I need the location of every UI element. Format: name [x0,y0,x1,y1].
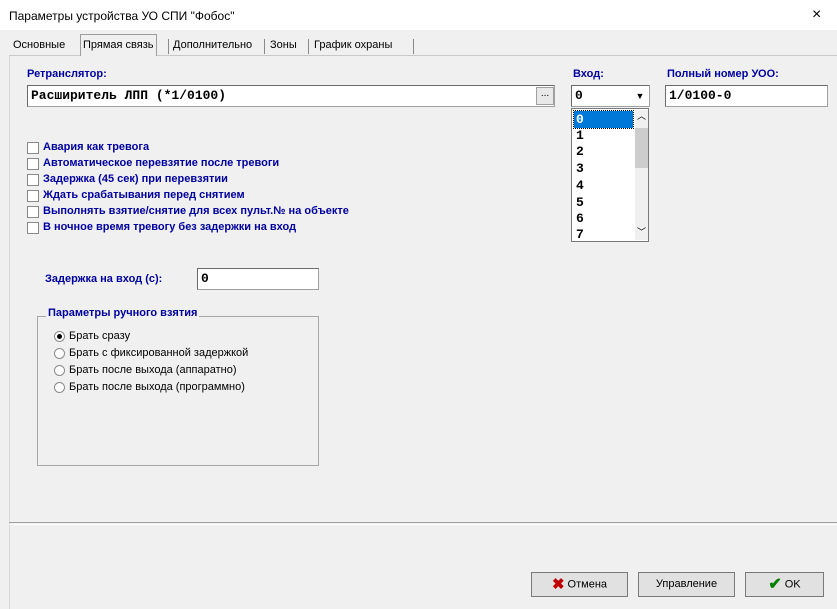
input-value: 0 [575,88,583,103]
list-item[interactable]: 0 [573,110,634,129]
scroll-down-icon[interactable]: ﹀ [637,228,646,237]
manual-arming-title: Параметры ручного взятия [46,307,200,319]
relay-value: Расширитель ЛПП (*1/0100) [31,88,227,103]
close-icon: ✖ [551,576,565,593]
tab-schedule[interactable]: График охраны [312,37,394,54]
tab-separator [168,39,169,54]
checkbox[interactable] [27,222,39,234]
cancel-label: Отмена [567,578,608,591]
list-item[interactable]: 1 [574,127,633,144]
tab-separator [308,39,309,54]
checkbox-label: Выполнять взятие/снятие для всех пульт.№… [43,205,349,217]
tab-zones[interactable]: Зоны [268,37,299,54]
tab-additional[interactable]: Дополнительно [171,37,254,54]
radio[interactable] [54,365,65,376]
entry-delay-label: Задержка на вход (с): [45,273,163,285]
list-item[interactable]: 4 [574,177,633,194]
checkbox[interactable] [27,142,39,154]
ok-button[interactable]: ✔ OK [745,572,824,597]
scrollbar[interactable]: ︿ ﹀ [635,110,648,240]
tab-separator [264,39,265,54]
checkbox-label: Задержка (45 сек) при перевзятии [43,173,228,185]
radio[interactable] [54,331,65,342]
close-icon[interactable]: × [812,6,821,24]
list-item[interactable]: 3 [574,160,633,177]
radio-selected-dot [57,334,62,339]
list-item[interactable]: 5 [574,194,633,211]
scrollbar-thumb[interactable] [635,128,648,168]
full-number-value: 1/0100-0 [669,88,732,103]
checkbox-label: Авария как тревога [43,141,150,153]
tab-separator [413,39,414,54]
list-item[interactable]: 7 [574,226,633,240]
input-dropdown-list[interactable]: 0 1 2 3 4 5 6 7 ︿ ﹀ [571,108,649,242]
relay-field[interactable]: Расширитель ЛПП (*1/0100) [27,85,555,107]
relay-browse-button[interactable]: ... [536,87,554,105]
full-number-label: Полный номер УОО: [667,68,779,80]
scroll-up-icon[interactable]: ︿ [637,112,646,121]
tab-main[interactable]: Основные [11,37,67,54]
checkbox-label: Автоматическое перевзятие после тревоги [43,157,280,169]
radio[interactable] [54,348,65,359]
list-item[interactable]: 2 [574,143,633,160]
input-label: Вход: [573,68,604,80]
radio[interactable] [54,382,65,393]
checkbox-label: Ждать срабатывания перед снятием [43,189,245,201]
entry-delay-field[interactable]: 0 [197,268,319,290]
checkbox[interactable] [27,158,39,170]
radio-label: Брать сразу [69,330,131,342]
panel-edge [9,56,10,609]
tab-direct-link[interactable]: Прямая связь [80,34,157,56]
control-button[interactable]: Управление [638,572,735,597]
check-icon: ✔ [768,576,782,593]
radio-label: Брать после выхода (программно) [69,381,245,393]
chevron-down-icon[interactable]: ▼ [632,86,648,106]
ok-label: OK [784,578,801,591]
cancel-button[interactable]: ✖ Отмена [531,572,628,597]
checkbox[interactable] [27,206,39,218]
list-item[interactable]: 6 [574,210,633,227]
checkbox[interactable] [27,174,39,186]
entry-delay-value: 0 [201,271,209,286]
divider [9,524,837,525]
relay-label: Ретранслятор: [27,68,107,80]
control-label: Управление [655,578,718,590]
window-title: Параметры устройства УО СПИ "Фобос" [9,9,235,23]
checkbox-label: В ночное время тревогу без задержки на в… [43,221,297,233]
full-number-field[interactable]: 1/0100-0 [665,85,828,107]
divider [9,522,837,523]
radio-label: Брать с фиксированной задержкой [69,347,249,359]
radio-label: Брать после выхода (аппаратно) [69,364,237,376]
checkbox[interactable] [27,190,39,202]
